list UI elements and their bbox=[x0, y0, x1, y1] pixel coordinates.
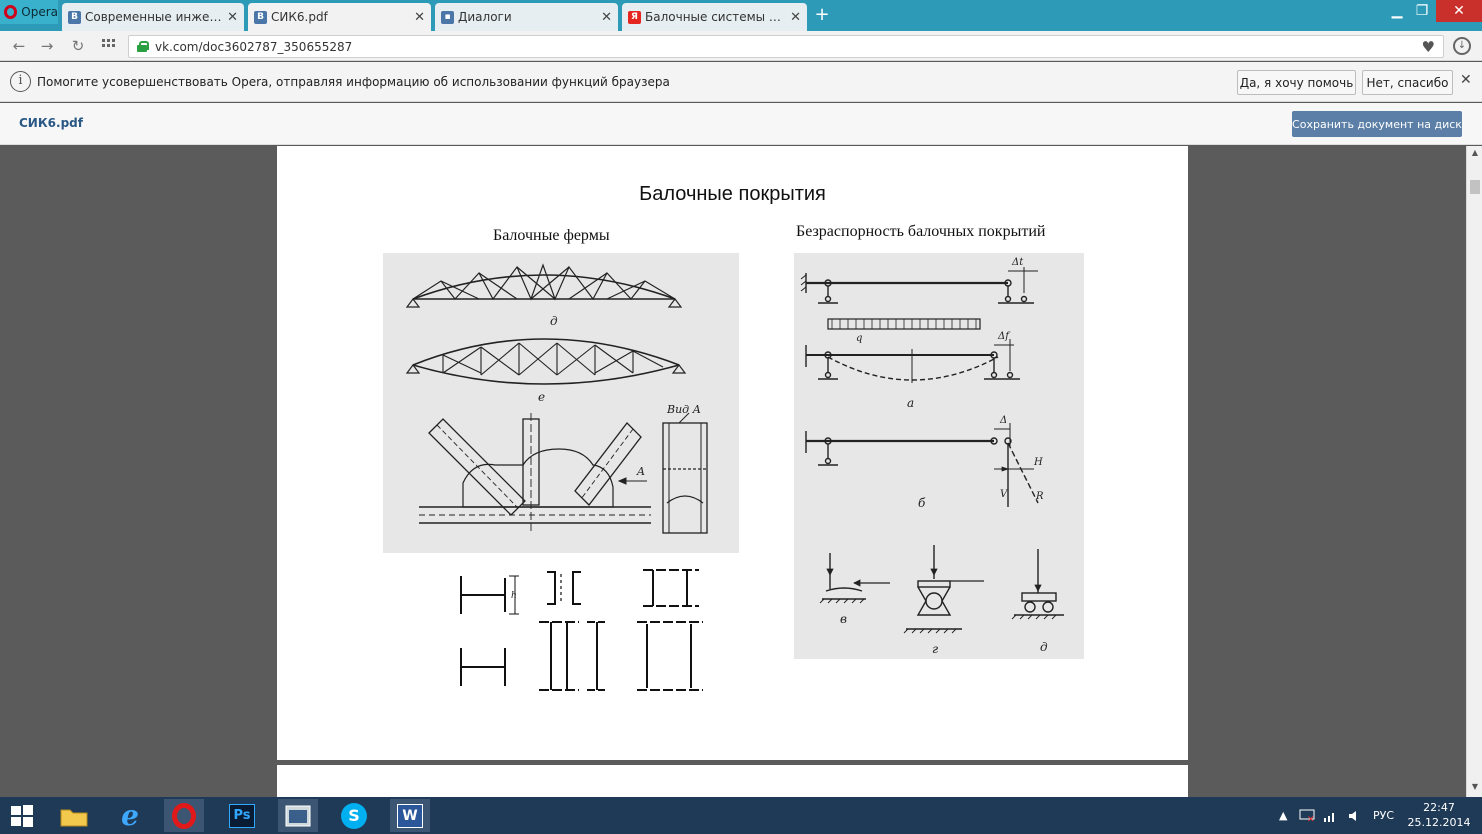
close-icon: ✕ bbox=[1453, 3, 1465, 19]
word-icon: W bbox=[397, 803, 423, 828]
reload-icon: ↻ bbox=[71, 37, 85, 55]
tab-dialogi[interactable]: ▪ Диалоги ✕ bbox=[435, 3, 618, 31]
close-tab-icon[interactable]: ✕ bbox=[227, 10, 238, 25]
opera-menu-button[interactable]: Opera bbox=[0, 0, 58, 24]
vk-favicon-icon: В bbox=[68, 10, 81, 24]
new-tab-button[interactable]: + bbox=[812, 4, 832, 26]
chat-favicon-icon: ▪ bbox=[441, 10, 454, 24]
beam-support-drawing: Δt q Δf а Δ б H V R в г д bbox=[800, 257, 1064, 656]
arrow-right-icon: → bbox=[40, 37, 54, 55]
close-tab-icon[interactable]: ✕ bbox=[790, 10, 801, 25]
label-v: в bbox=[840, 612, 847, 626]
tab-strip: Opera В Современные инженерные ✕ В СИК6.… bbox=[0, 0, 1482, 31]
restore-button[interactable]: ❐ bbox=[1407, 0, 1437, 22]
network-error-icon[interactable]: ✕ bbox=[1299, 797, 1315, 834]
tray-expand-icon[interactable]: ▲ bbox=[1279, 797, 1287, 834]
left-caption: Балочные фермы bbox=[493, 227, 610, 244]
folder-icon bbox=[60, 809, 88, 826]
label-d: д bbox=[550, 314, 558, 328]
truss-figure: д е Вид А A bbox=[383, 253, 739, 553]
save-document-button[interactable]: Сохранить документ на диск bbox=[1292, 111, 1462, 137]
beam-support-figure: Δt q Δf а Δ б H V R в г д bbox=[794, 253, 1084, 659]
scroll-up-icon[interactable]: ▲ bbox=[1467, 148, 1482, 157]
close-infobar-icon[interactable]: ✕ bbox=[1460, 72, 1472, 88]
app-window-icon bbox=[285, 805, 311, 826]
windows-logo-icon bbox=[11, 804, 33, 827]
svg-text:✕: ✕ bbox=[1307, 815, 1315, 823]
opera-icon bbox=[172, 802, 196, 829]
label-g: г bbox=[932, 642, 938, 656]
yandex-favicon-icon: Я bbox=[628, 10, 641, 24]
word-button[interactable]: W bbox=[390, 799, 430, 832]
internet-explorer-icon: e bbox=[121, 799, 139, 832]
forward-button[interactable]: → bbox=[36, 36, 58, 56]
address-bar: ← → ↻ vk.com/doc3602787_350655287 ♥ ↓ bbox=[0, 31, 1482, 61]
skype-icon: S bbox=[341, 802, 367, 829]
right-caption: Безраспорность балочных покрытий bbox=[796, 223, 1046, 240]
label-e: е bbox=[538, 390, 545, 404]
accept-help-button[interactable]: Да, я хочу помочь bbox=[1237, 70, 1356, 95]
tab-sik6-pdf[interactable]: В СИК6.pdf ✕ bbox=[248, 3, 431, 31]
pdf-page-next bbox=[277, 765, 1188, 797]
bookmark-heart-icon[interactable]: ♥ bbox=[1422, 38, 1435, 56]
tab-sovremennye[interactable]: В Современные инженерные ✕ bbox=[62, 3, 244, 31]
scroll-down-icon[interactable]: ▼ bbox=[1467, 782, 1482, 791]
signal-icon[interactable] bbox=[1323, 797, 1337, 834]
label-a: а bbox=[907, 396, 914, 410]
explorer-button[interactable] bbox=[54, 799, 94, 832]
label-view-a: Вид А bbox=[666, 403, 701, 416]
label-b: б bbox=[918, 496, 926, 510]
skype-button[interactable]: S bbox=[334, 799, 374, 832]
label-arrow-a: A bbox=[636, 465, 645, 478]
truss-drawing: д е Вид А A bbox=[405, 263, 708, 534]
vk-favicon-icon: В bbox=[254, 10, 267, 24]
minimize-icon: ▁ bbox=[1391, 3, 1403, 19]
speed-dial-button[interactable] bbox=[98, 36, 120, 56]
arrow-left-icon: ← bbox=[12, 37, 26, 55]
tab-balochnye-sistemy[interactable]: Я Балочные системы большие ✕ bbox=[622, 3, 807, 31]
decline-button[interactable]: Нет, спасибо bbox=[1362, 70, 1453, 95]
page-title: Балочные покрытия bbox=[639, 183, 826, 205]
close-tab-icon[interactable]: ✕ bbox=[601, 10, 612, 25]
info-bar: i Помогите усовершенствовать Opera, отпр… bbox=[0, 62, 1482, 102]
ie-button[interactable]: e bbox=[110, 799, 150, 832]
vertical-scrollbar[interactable]: ▲ ▼ bbox=[1466, 146, 1482, 797]
document-header: СИК6.pdf Сохранить документ на диск bbox=[0, 103, 1482, 145]
back-button[interactable]: ← bbox=[8, 36, 30, 56]
label-d-support: д bbox=[1040, 640, 1048, 654]
label-df: Δf bbox=[997, 331, 1011, 342]
lock-icon bbox=[137, 41, 149, 52]
restore-icon: ❐ bbox=[1415, 3, 1429, 19]
reload-button[interactable]: ↻ bbox=[67, 36, 89, 56]
label-h: h bbox=[511, 591, 517, 601]
label-delta: Δ bbox=[999, 415, 1007, 426]
close-window-button[interactable]: ✕ bbox=[1436, 0, 1482, 22]
label-q: q bbox=[856, 333, 862, 344]
volume-icon[interactable] bbox=[1348, 797, 1362, 834]
info-message: Помогите усовершенствовать Opera, отправ… bbox=[37, 75, 670, 89]
opera-taskbar-button[interactable] bbox=[164, 799, 204, 832]
photoshop-button[interactable]: Ps bbox=[222, 799, 262, 832]
pdf-page: Балочные покрытия Балочные фермы Безрасп… bbox=[277, 146, 1188, 760]
download-icon[interactable]: ↓ bbox=[1453, 37, 1471, 55]
scroll-thumb[interactable] bbox=[1470, 180, 1480, 194]
url-input[interactable]: vk.com/doc3602787_350655287 ♥ bbox=[128, 35, 1444, 58]
section-profiles: h bbox=[460, 569, 703, 691]
label-H: H bbox=[1033, 457, 1043, 468]
photoshop-icon: Ps bbox=[229, 803, 255, 828]
info-icon: i bbox=[10, 71, 31, 92]
windows-taskbar: e Ps S W ▲ ✕ РУС 22:47 25.12.2014 bbox=[0, 797, 1482, 834]
document-name: СИК6.pdf bbox=[19, 116, 83, 130]
opera-logo-icon bbox=[4, 5, 18, 19]
close-tab-icon[interactable]: ✕ bbox=[414, 10, 425, 25]
language-indicator[interactable]: РУС bbox=[1373, 797, 1394, 834]
grid-icon bbox=[102, 39, 115, 47]
label-dt: Δt bbox=[1011, 257, 1024, 268]
label-R: R bbox=[1035, 491, 1044, 502]
pdf-viewer: Балочные покрытия Балочные фермы Безрасп… bbox=[0, 146, 1466, 797]
start-button[interactable] bbox=[2, 799, 42, 832]
app-window-button[interactable] bbox=[278, 799, 318, 832]
clock[interactable]: 22:47 25.12.2014 bbox=[1404, 800, 1474, 830]
